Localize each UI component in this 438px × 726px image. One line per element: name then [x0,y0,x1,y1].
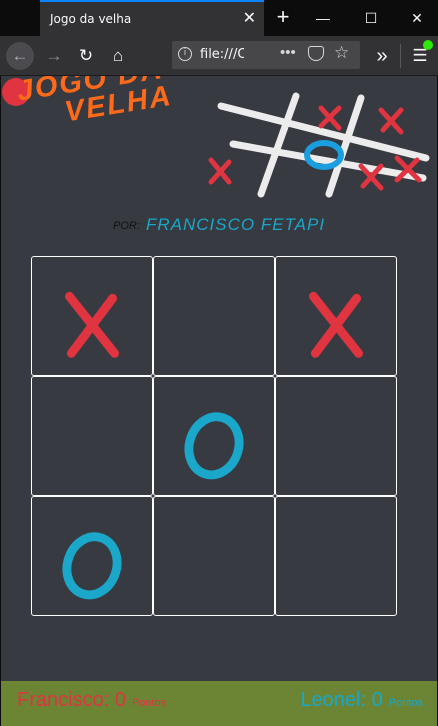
reload-icon[interactable]: ↻ [72,42,100,70]
x-mark-icon [64,291,120,358]
board-cell-3[interactable] [275,256,397,376]
game-board [31,256,397,616]
toolbar-separator [400,44,401,68]
tic-tac-toe-logo-icon [208,92,430,198]
star-icon[interactable]: ☆ [334,43,349,63]
board-cell-1[interactable] [31,256,153,376]
o-mark-icon [62,532,122,600]
board-cell-5[interactable] [153,376,275,496]
minimize-icon[interactable]: — [300,0,346,36]
author-prefix: POR: [113,220,140,232]
board-cell-6[interactable] [275,376,397,496]
board-cell-2[interactable] [153,256,275,376]
o-mark-icon [184,412,244,480]
player2-separator: : [360,689,372,711]
author-name: FRANCISCO FETAPI [146,215,326,234]
player2-points-unit: Pontos [388,697,423,709]
player2-points: 0 [371,689,383,711]
navigation-toolbar: ← → ↻ ⌂ i file:///C ••• ☆ » ☰ [0,36,438,76]
player2-score: Leonel: 0 Pontos [300,689,423,712]
forward-arrow-icon[interactable]: → [40,42,68,70]
back-arrow-icon[interactable]: ← [6,42,34,70]
url-text[interactable]: file:///C [200,47,244,62]
scoreboard: Francisco: 0 Pontos Leonel: 0 Pontos [1,681,437,726]
player1-points: 0 [114,689,126,711]
close-tab-icon[interactable]: ✕ [243,8,256,28]
window-close-icon[interactable]: ✕ [394,0,438,36]
tab-strip: Jogo da velha ✕ + — ☐ ✕ [0,0,438,36]
board-cell-8[interactable] [153,496,275,616]
board-cell-4[interactable] [31,376,153,496]
player1-score: Francisco: 0 Pontos [17,689,166,712]
url-bar[interactable]: i file:///C ••• ☆ [172,41,360,69]
x-mark-icon [308,291,364,358]
info-icon[interactable]: i [178,47,192,61]
overflow-icon[interactable]: » [368,42,396,70]
page-content: JOGO DA VELHA POR: FRANCISCO FETAPI Fran… [1,76,437,726]
player2-name: Leonel [300,689,361,711]
pocket-icon[interactable] [308,46,324,61]
board-cell-9[interactable] [275,496,397,616]
player1-separator: : [103,689,115,711]
player1-points-unit: Pontos [131,697,167,709]
update-badge-icon [423,40,433,50]
maximize-icon[interactable]: ☐ [348,0,394,36]
home-icon[interactable]: ⌂ [104,42,132,70]
board-cell-7[interactable] [31,496,153,616]
browser-tab[interactable]: Jogo da velha ✕ [40,0,264,36]
new-tab-icon[interactable]: + [270,4,296,30]
player1-name: Francisco [17,689,104,711]
tab-title: Jogo da velha [50,12,132,26]
more-dots-icon[interactable]: ••• [280,44,296,61]
